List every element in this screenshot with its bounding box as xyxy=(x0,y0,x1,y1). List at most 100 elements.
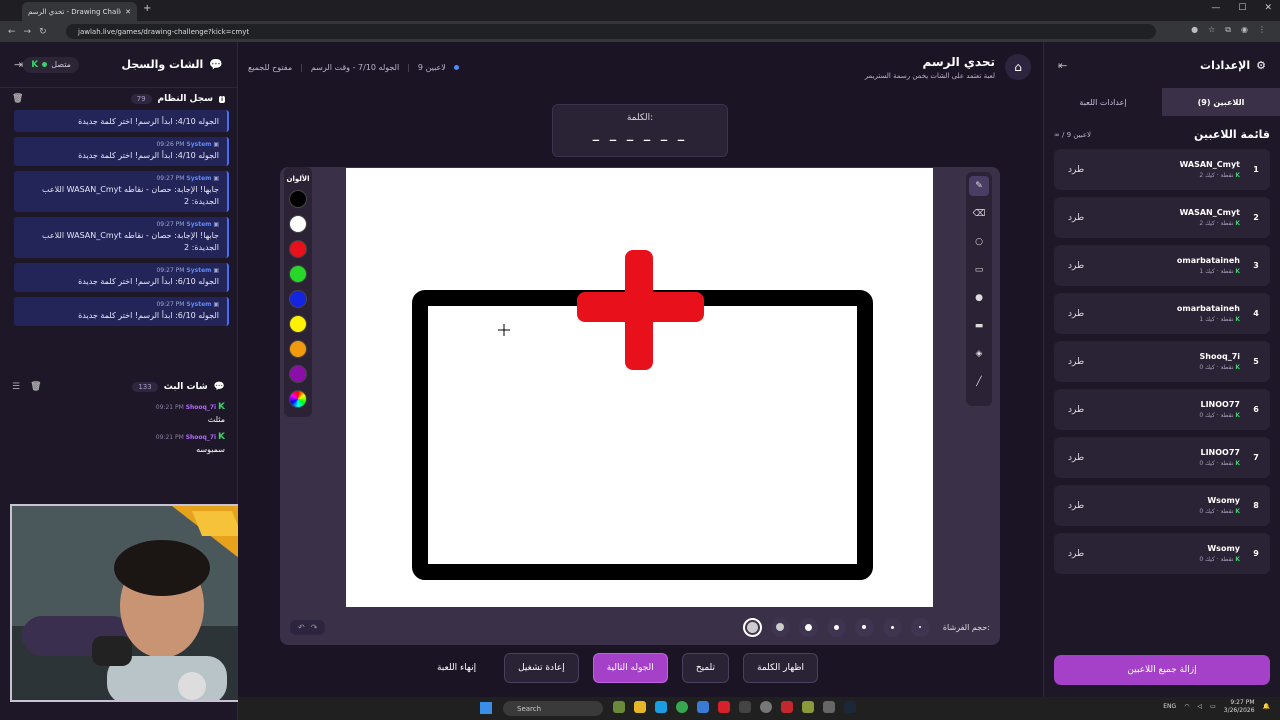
hint-button[interactable]: تلميح xyxy=(681,653,730,683)
app-gray-icon[interactable] xyxy=(823,701,835,713)
tab-game-settings[interactable]: إعدادات اللعبة xyxy=(1044,88,1162,116)
rect-outline-tool[interactable]: ▭ xyxy=(969,260,989,280)
restart-button[interactable]: إعادة تشغيل xyxy=(504,653,579,683)
rect-fill-tool[interactable]: ▬ xyxy=(969,316,989,336)
show-word-button[interactable]: اظهار الكلمة xyxy=(743,653,819,683)
log-user: System xyxy=(186,175,212,182)
url-field[interactable]: jawlah.live/games/drawing-challenge?kick… xyxy=(66,24,1156,39)
color-swatch[interactable] xyxy=(289,365,307,383)
trash-chat-icon[interactable]: 🗑 xyxy=(30,382,41,392)
reload-icon[interactable]: ↻ xyxy=(39,27,47,37)
app-dark-icon[interactable] xyxy=(739,701,751,713)
kick-logo-icon: K xyxy=(31,59,39,70)
extensions-puzzle-icon[interactable]: ⧉ xyxy=(1225,25,1231,35)
close-tab-icon[interactable]: ✕ xyxy=(125,8,131,16)
home-button[interactable]: ⌂ xyxy=(1005,54,1031,80)
kick-platform-icon: K xyxy=(1235,268,1240,275)
fill-bucket-tool[interactable]: ◈ xyxy=(969,344,989,364)
remove-all-players-button[interactable]: إزالة جميع اللاعبين xyxy=(1054,655,1270,685)
player-platform: كيك xyxy=(1205,268,1215,275)
brush-size-m[interactable] xyxy=(798,617,818,637)
obs-icon[interactable] xyxy=(781,701,793,713)
extension-icon[interactable]: ● xyxy=(1191,25,1198,35)
tab-players[interactable]: اللاعبين (9) xyxy=(1162,88,1280,116)
player-name: omarbataineh xyxy=(1176,256,1240,265)
color-swatch[interactable] xyxy=(289,290,307,308)
trash-log-icon[interactable]: 🗑 xyxy=(12,94,23,104)
chat-user[interactable]: Shooq_7i xyxy=(186,434,216,441)
clock[interactable]: 9:27 PM 3/26/2026 xyxy=(1224,699,1255,715)
player-platform: كيك xyxy=(1205,508,1215,515)
browser-tab[interactable]: تحدي الرسم - Drawing Challenge ✕ xyxy=(22,2,137,21)
brush-size-xs[interactable] xyxy=(854,617,874,637)
next-round-button[interactable]: الجوله التالية xyxy=(592,653,668,683)
log-text: الجوله 6/10: ابدأ الرسم! اختر كلمة جديدة xyxy=(78,311,219,320)
browser-tabbar: تحدي الرسم - Drawing Challenge ✕ + — ☐ ✕ xyxy=(0,0,1280,21)
chat-user[interactable]: Shooq_7i xyxy=(186,404,216,411)
eraser-tool[interactable]: ⌫ xyxy=(969,204,989,224)
forward-icon[interactable]: → xyxy=(24,27,32,37)
kick-player-button[interactable]: طرد xyxy=(1068,357,1084,367)
player-rank: 9 xyxy=(1253,549,1259,558)
game-subtitle: لعبة تعتمد على الشات يخمن رسمة الستريمر xyxy=(864,71,995,80)
battery-icon[interactable]: ▭ xyxy=(1210,703,1216,710)
pen-tool[interactable]: ✎ xyxy=(969,176,989,196)
edge-icon[interactable] xyxy=(655,701,667,713)
brush-size-l[interactable] xyxy=(770,617,790,637)
language-indicator[interactable]: ENG xyxy=(1163,703,1176,710)
kick-player-button[interactable]: طرد xyxy=(1068,309,1084,319)
brush-size-xxs[interactable] xyxy=(882,617,902,637)
widgets-icon[interactable] xyxy=(613,701,625,713)
undo-icon[interactable]: ↶ xyxy=(298,623,305,632)
minimize-icon[interactable]: — xyxy=(1211,3,1220,13)
filter-icon[interactable]: ☰ xyxy=(12,382,20,392)
back-icon[interactable]: ← xyxy=(8,27,16,37)
windows-start-icon[interactable] xyxy=(480,702,492,714)
steam-icon[interactable] xyxy=(844,701,856,713)
brush-size-s[interactable] xyxy=(826,617,846,637)
kick-player-button[interactable]: طرد xyxy=(1068,213,1084,223)
log-user: System xyxy=(186,141,212,148)
volume-icon[interactable]: ◁ xyxy=(1197,703,1202,710)
color-swatch[interactable] xyxy=(289,215,307,233)
kick-player-button[interactable]: طرد xyxy=(1068,165,1084,175)
points-word: نقطة xyxy=(1220,556,1234,563)
brush-size-min[interactable] xyxy=(910,617,930,637)
chrome-icon[interactable] xyxy=(676,701,688,713)
kick-player-button[interactable]: طرد xyxy=(1068,405,1084,415)
circle-fill-tool[interactable]: ● xyxy=(969,288,989,308)
close-window-icon[interactable]: ✕ xyxy=(1264,3,1272,13)
color-swatch[interactable] xyxy=(289,315,307,333)
kick-platform-icon: K xyxy=(1235,412,1240,419)
custom-color-picker[interactable] xyxy=(289,390,307,408)
kick-player-button[interactable]: طرد xyxy=(1068,261,1084,271)
maximize-icon[interactable]: ☐ xyxy=(1238,3,1246,13)
taskbar-search[interactable]: Search xyxy=(503,701,603,716)
bookmark-star-icon[interactable]: ☆ xyxy=(1208,25,1215,35)
app-green-icon[interactable] xyxy=(802,701,814,713)
notifications-icon[interactable]: 🔔 xyxy=(1263,703,1270,710)
profile-icon[interactable]: ◉ xyxy=(1241,25,1248,35)
kick-player-button[interactable]: طرد xyxy=(1068,453,1084,463)
wifi-icon[interactable]: ◠ xyxy=(1184,703,1189,710)
drawing-canvas[interactable] xyxy=(346,168,933,607)
circle-outline-tool[interactable]: ○ xyxy=(969,232,989,252)
app-circle-icon[interactable] xyxy=(760,701,772,713)
color-swatch[interactable] xyxy=(289,340,307,358)
app-red-icon[interactable] xyxy=(718,701,730,713)
brush-size-xl[interactable] xyxy=(742,617,762,637)
color-swatch[interactable] xyxy=(289,240,307,258)
kick-player-button[interactable]: طرد xyxy=(1068,549,1084,559)
color-swatch[interactable] xyxy=(289,190,307,208)
line-tool[interactable]: ╱ xyxy=(969,372,989,392)
new-tab-icon[interactable]: + xyxy=(143,3,151,14)
redo-icon[interactable]: ↷ xyxy=(311,623,318,632)
color-swatch[interactable] xyxy=(289,265,307,283)
kick-player-button[interactable]: طرد xyxy=(1068,501,1084,511)
store-icon[interactable] xyxy=(697,701,709,713)
menu-icon[interactable]: ⋮ xyxy=(1258,25,1266,35)
collapse-right-icon[interactable]: ⇤ xyxy=(1058,59,1067,72)
end-game-button[interactable]: إنهاء اللعبة xyxy=(423,653,490,683)
collapse-left-icon[interactable]: ⇥ xyxy=(14,58,23,71)
file-explorer-icon[interactable] xyxy=(634,701,646,713)
